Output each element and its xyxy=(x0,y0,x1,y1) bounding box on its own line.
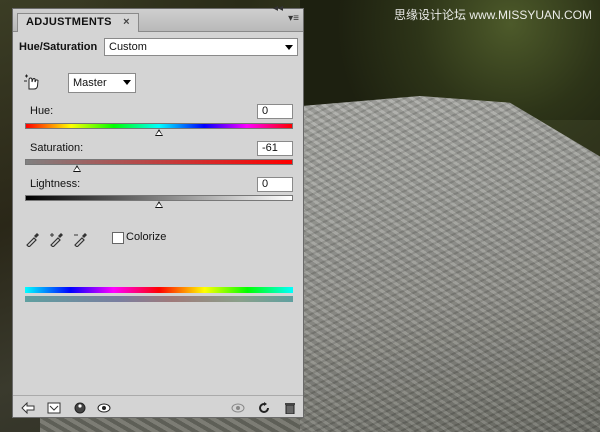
watermark-text: 思缘设计论坛 www.MISSYUAN.COM xyxy=(393,8,592,22)
chevron-down-icon xyxy=(285,45,293,50)
panel-tab-bar: ADJUSTMENTS × ◂◂ ▾≡ xyxy=(13,3,303,32)
adjustments-tab[interactable]: ADJUSTMENTS × xyxy=(17,13,139,32)
reset-icon[interactable] xyxy=(257,402,271,414)
lightness-slider-thumb[interactable] xyxy=(155,201,163,208)
hue-input[interactable]: 0 xyxy=(257,104,293,119)
adjustments-panel: ADJUSTMENTS × ◂◂ ▾≡ Hue/Saturation Custo… xyxy=(12,3,304,418)
eyedropper-plus-icon[interactable] xyxy=(49,231,65,247)
adjustments-tab-label: ADJUSTMENTS xyxy=(26,16,112,28)
saturation-slider-track[interactable] xyxy=(25,159,293,165)
adjustment-title: Hue/Saturation xyxy=(19,41,98,53)
output-color-spectrum xyxy=(25,296,293,302)
view-previous-icon[interactable] xyxy=(231,402,245,414)
lightness-input[interactable]: 0 xyxy=(257,177,293,192)
preset-value: Custom xyxy=(109,41,147,53)
clip-layer-icon[interactable] xyxy=(47,402,61,414)
eyedropper-icon[interactable] xyxy=(25,231,41,247)
preset-dropdown[interactable]: Custom xyxy=(104,38,298,56)
background-rock xyxy=(300,96,600,432)
panel-footer xyxy=(13,395,303,418)
return-arrow-icon[interactable] xyxy=(21,402,35,414)
visibility-circle-icon[interactable] xyxy=(73,402,87,414)
hue-slider-thumb[interactable] xyxy=(155,129,163,136)
eyedropper-minus-icon[interactable] xyxy=(73,231,89,247)
hue-label: Hue: xyxy=(30,105,54,117)
close-tab-icon[interactable]: × xyxy=(123,16,130,28)
saturation-label: Saturation: xyxy=(30,142,84,154)
input-color-spectrum xyxy=(25,287,293,293)
trash-icon[interactable] xyxy=(283,402,297,414)
saturation-slider-thumb[interactable] xyxy=(73,165,82,172)
channel-dropdown[interactable]: Master xyxy=(68,73,136,93)
colorize-checkbox[interactable] xyxy=(112,232,124,244)
targeted-adjustment-icon[interactable] xyxy=(23,73,41,91)
channel-value: Master xyxy=(73,77,107,89)
panel-menu-icon[interactable]: ▾≡ xyxy=(288,13,299,24)
lightness-label: Lightness: xyxy=(30,178,81,190)
eye-icon[interactable] xyxy=(97,402,111,414)
colorize-label: Colorize xyxy=(126,231,167,243)
collapse-panel-icon[interactable]: ◂◂ xyxy=(273,3,283,14)
saturation-input[interactable]: -61 xyxy=(257,141,293,156)
chevron-down-icon xyxy=(123,80,131,85)
